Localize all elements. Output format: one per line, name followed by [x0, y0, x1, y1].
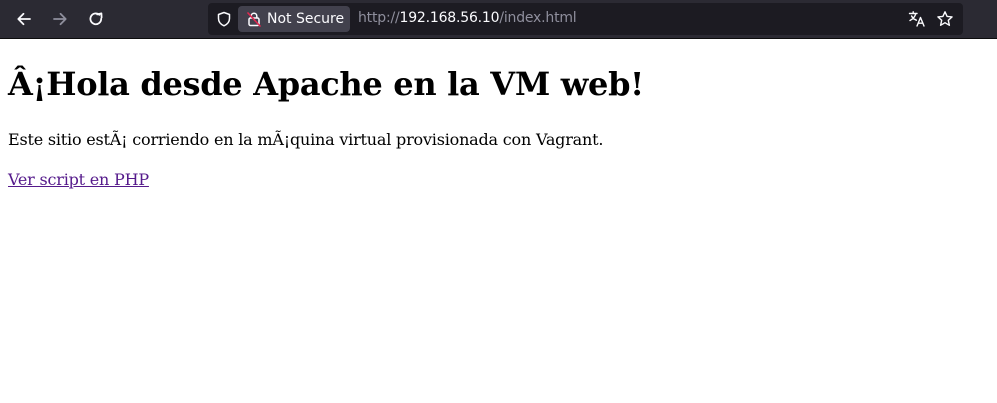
url-text[interactable]: http://192.168.56.10/index.html: [358, 10, 577, 26]
reload-button[interactable]: [81, 4, 111, 34]
back-button[interactable]: [9, 4, 39, 34]
page-description: Este sitio estÃ¡ corriendo en la mÃ¡quin…: [8, 130, 604, 149]
url-scheme: http://: [358, 10, 400, 26]
tracking-shield-icon[interactable]: [216, 11, 232, 27]
forward-button[interactable]: [45, 4, 75, 34]
bookmark-star-icon[interactable]: [936, 10, 954, 28]
url-path: /index.html: [499, 10, 577, 26]
browser-toolbar: Not Secure http://192.168.56.10/index.ht…: [0, 0, 997, 39]
forward-arrow-icon: [53, 12, 67, 26]
back-arrow-icon: [17, 12, 31, 26]
site-security-indicator[interactable]: Not Secure: [238, 6, 350, 32]
url-host: 192.168.56.10: [399, 10, 500, 26]
insecure-lock-icon: [247, 12, 261, 27]
page-heading: Â¡Hola desde Apache en la VM web!: [8, 65, 644, 103]
address-bar[interactable]: Not Secure http://192.168.56.10/index.ht…: [208, 3, 963, 35]
reload-icon: [89, 12, 103, 26]
security-label: Not Secure: [267, 11, 345, 27]
php-script-link[interactable]: Ver script en PHP: [8, 169, 149, 191]
page-content: Â¡Hola desde Apache en la VM web! Este s…: [0, 40, 997, 403]
translate-icon[interactable]: [908, 10, 926, 28]
